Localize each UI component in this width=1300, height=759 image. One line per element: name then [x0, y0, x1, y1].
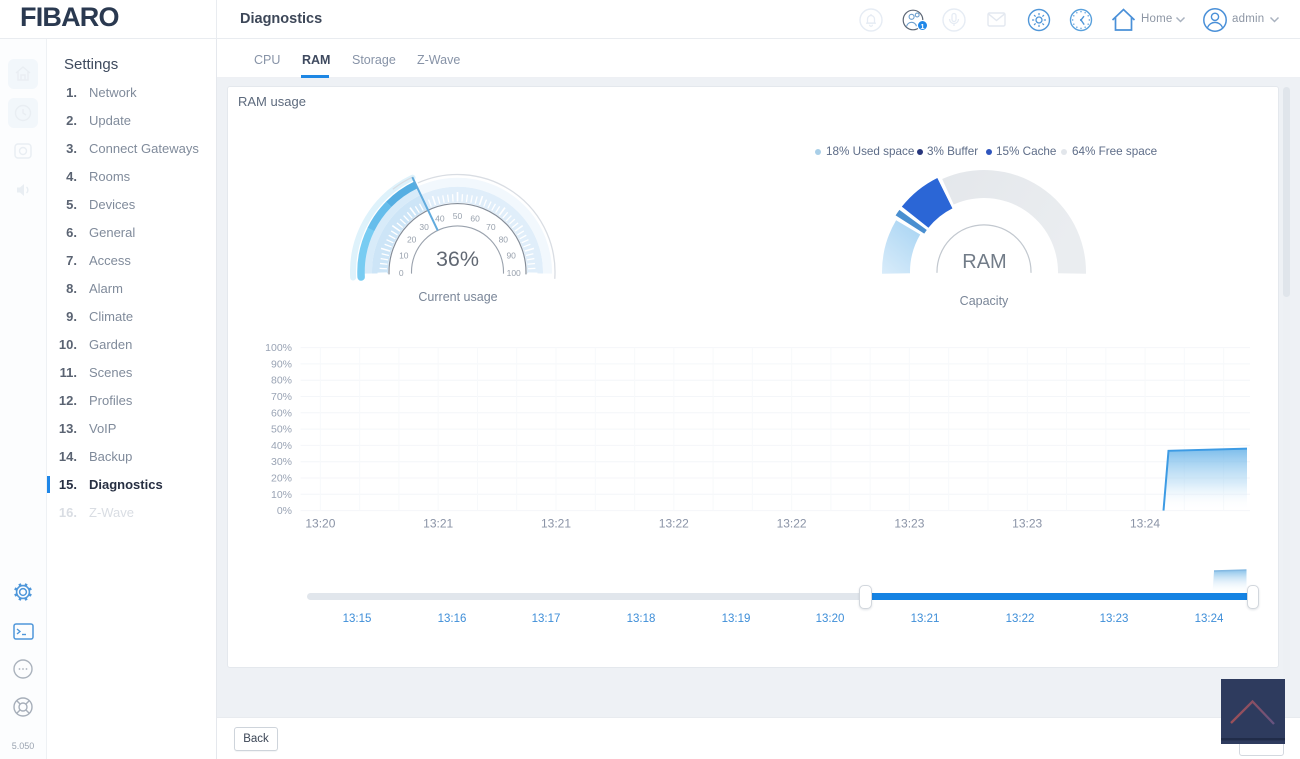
svg-text:13:23: 13:23 — [894, 517, 924, 531]
svg-text:30: 30 — [419, 222, 429, 232]
svg-text:RAM: RAM — [962, 251, 1006, 273]
svg-text:13:22: 13:22 — [659, 517, 689, 531]
svg-text:40: 40 — [435, 214, 445, 224]
svg-text:80%: 80% — [271, 375, 292, 387]
svg-text:36%: 36% — [436, 247, 479, 271]
svg-text:0: 0 — [399, 268, 404, 278]
svg-text:20: 20 — [407, 234, 417, 244]
svg-text:100: 100 — [507, 268, 521, 278]
svg-text:70: 70 — [486, 222, 496, 232]
svg-text:70%: 70% — [271, 391, 292, 403]
svg-text:50%: 50% — [271, 424, 292, 436]
svg-text:13:21: 13:21 — [541, 517, 571, 531]
svg-text:13:22: 13:22 — [777, 517, 807, 531]
svg-text:13:20: 13:20 — [305, 517, 335, 531]
svg-text:60%: 60% — [271, 407, 292, 419]
svg-text:10%: 10% — [271, 489, 292, 501]
svg-text:90: 90 — [506, 250, 516, 260]
svg-text:20%: 20% — [271, 473, 292, 485]
svg-text:100%: 100% — [265, 342, 292, 354]
svg-text:80: 80 — [499, 234, 509, 244]
svg-text:90%: 90% — [271, 358, 292, 370]
svg-text:30%: 30% — [271, 456, 292, 468]
svg-text:13:21: 13:21 — [423, 517, 453, 531]
svg-text:10: 10 — [399, 250, 409, 260]
svg-text:40%: 40% — [271, 440, 292, 452]
svg-text:13:23: 13:23 — [1012, 517, 1042, 531]
svg-text:50: 50 — [453, 211, 463, 221]
svg-text:13:24: 13:24 — [1130, 517, 1160, 531]
svg-text:60: 60 — [470, 214, 480, 224]
svg-text:0%: 0% — [277, 505, 292, 517]
